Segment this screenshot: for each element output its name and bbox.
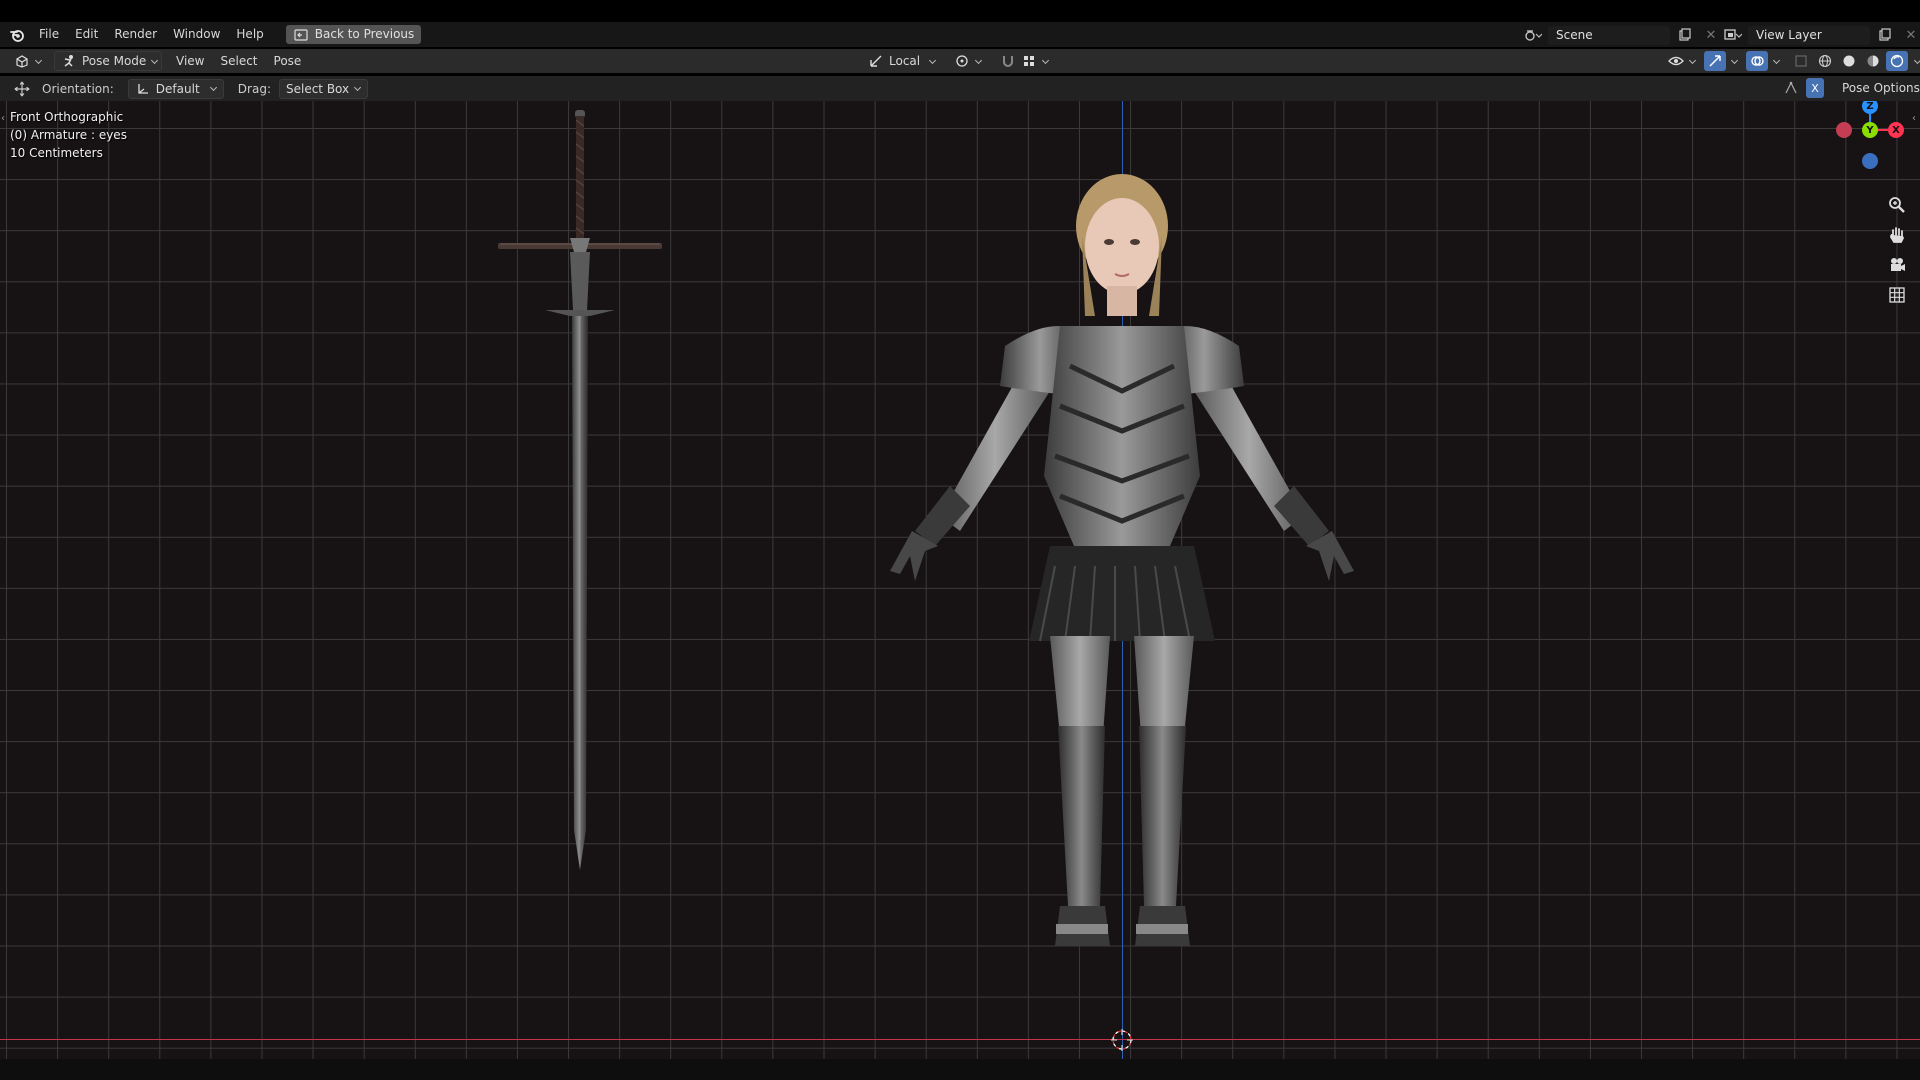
chevron-down-icon (1042, 58, 1049, 65)
new-view-layer-icon[interactable] (1874, 25, 1896, 45)
xray-toggle[interactable] (1790, 51, 1812, 71)
view-layer-browse-button[interactable] (1722, 25, 1744, 45)
gizmo-neg-z-axis[interactable] (1862, 153, 1878, 169)
object-info: (0) Armature : eyes (10, 128, 127, 142)
tool-settings-bar: Orientation: Default Drag: Select Box X … (0, 76, 1920, 101)
transform-gizmo-icon[interactable] (14, 81, 30, 97)
menu-view[interactable]: View (168, 49, 212, 74)
transform-settings: Local (862, 51, 1055, 71)
drag-label: Drag: (237, 81, 271, 96)
auto-ik-icon[interactable] (1780, 78, 1802, 98)
menu-select[interactable]: Select (212, 49, 265, 74)
mode-label: Pose Mode (82, 54, 147, 68)
gizmo-x-label: X (1892, 124, 1900, 136)
view-layer-selector: View Layer ✕ (1722, 25, 1920, 45)
overlays-toggle[interactable] (1746, 51, 1768, 71)
gizmo-x-axis[interactable]: X (1888, 122, 1904, 138)
view-name: Front Orthographic (10, 110, 124, 124)
navigation-gizmo[interactable]: Z X Y (1830, 101, 1910, 170)
gizmo-neg-x-axis[interactable] (1836, 122, 1852, 138)
x-mirror-toggle[interactable]: X (1806, 78, 1824, 98)
view-layer-name: View Layer (1756, 28, 1822, 42)
gizmo-z-label: Z (1866, 101, 1874, 112)
material-shading-button[interactable] (1862, 51, 1884, 71)
viewport-shading-controls (1662, 51, 1920, 71)
orientation-label: Orientation: (42, 81, 114, 96)
global-axes-icon (135, 81, 151, 97)
visibility-dropdown[interactable] (1662, 51, 1702, 71)
gizmo-toggle[interactable] (1704, 51, 1726, 71)
orientation-dropdown[interactable]: Default (127, 78, 224, 99)
rendered-shading-button[interactable] (1886, 51, 1908, 71)
scene-name: Scene (1556, 28, 1593, 42)
menu-pose[interactable]: Pose (266, 49, 310, 74)
menu-render[interactable]: Render (106, 22, 165, 47)
chevron-down-icon (354, 85, 361, 92)
pivot-label: Local (889, 54, 921, 68)
orientation-value: Default (155, 81, 200, 96)
snap-increment-icon (1021, 53, 1037, 69)
pose-options-label: Pose Options (1842, 81, 1920, 95)
snap-toggle[interactable] (994, 51, 1055, 71)
viewport-header: Pose Mode View Select Pose Local (0, 49, 1920, 73)
solid-shading-button[interactable] (1838, 51, 1860, 71)
grid-scale: 10 Centimeters (10, 146, 103, 160)
eye-icon (1668, 53, 1684, 69)
sidebar-collapse-arrow-left[interactable]: ‹ (1, 113, 5, 124)
magnet-icon (1000, 53, 1016, 69)
new-scene-icon[interactable] (1674, 25, 1696, 45)
gizmo-y-label: Y (1866, 124, 1874, 136)
chevron-down-icon (210, 85, 217, 92)
chevron-down-icon (1731, 58, 1738, 65)
view-layer-field[interactable]: View Layer (1748, 25, 1870, 45)
camera-icon[interactable] (1885, 253, 1909, 277)
zoom-icon[interactable] (1885, 193, 1909, 217)
3d-cursor[interactable] (1111, 1029, 1133, 1051)
hand-pan-icon[interactable] (1885, 223, 1909, 247)
wireframe-shading-button[interactable] (1814, 51, 1836, 71)
editor-type-button[interactable] (8, 51, 48, 71)
chevron-down-icon (35, 58, 42, 65)
chevron-down-icon (1689, 58, 1696, 65)
chevron-down-icon (1773, 58, 1780, 65)
chevron-down-icon (151, 58, 155, 65)
3d-viewport[interactable]: Front Orthographic (0) Armature : eyes 1… (0, 101, 1920, 1059)
back-screen-icon (293, 27, 309, 43)
pivot-icon (954, 53, 970, 69)
drag-value: Select Box (285, 81, 350, 96)
3d-viewport-icon (14, 53, 30, 69)
drag-dropdown[interactable]: Select Box (278, 78, 369, 99)
local-orientation-icon (868, 53, 884, 69)
sidebar-collapse-arrow-right[interactable]: ‹ (1912, 113, 1916, 124)
scene-name-field[interactable]: Scene (1548, 25, 1670, 45)
menu-help[interactable]: Help (228, 22, 271, 47)
delete-view-layer-icon[interactable]: ✕ (1900, 25, 1920, 45)
chevron-down-icon (929, 58, 936, 65)
pose-options-dropdown[interactable]: Pose Options (1836, 78, 1920, 98)
transform-orientation-dropdown[interactable]: Local (862, 51, 942, 71)
menu-edit[interactable]: Edit (67, 22, 106, 47)
mode-dropdown[interactable]: Pose Mode (54, 51, 162, 71)
pose-options-group: X Pose Options (1780, 78, 1920, 98)
scene-selector: Scene ✕ (1522, 25, 1722, 45)
x-mirror-label: X (1811, 81, 1819, 95)
blender-logo-icon[interactable] (9, 27, 25, 43)
back-to-previous-button[interactable]: Back to Previous (285, 25, 422, 44)
menu-window[interactable]: Window (165, 22, 228, 47)
scene-browse-button[interactable] (1522, 25, 1544, 45)
chevron-down-icon (975, 58, 982, 65)
menu-file[interactable]: File (31, 22, 67, 47)
status-bar (0, 1059, 1920, 1080)
grid-icon[interactable] (1885, 283, 1909, 307)
pose-mode-icon (61, 53, 77, 69)
delete-scene-icon[interactable]: ✕ (1700, 25, 1722, 45)
chevron-down-icon (1914, 58, 1920, 65)
gizmo-y-axis[interactable]: Y (1862, 122, 1878, 138)
sword-model[interactable] (490, 110, 670, 870)
pivot-point-dropdown[interactable] (948, 51, 988, 71)
armored-character-model[interactable] (820, 146, 1440, 1046)
top-bar: File Edit Render Window Help Back to Pre… (0, 22, 1920, 47)
back-to-previous-label: Back to Previous (314, 27, 415, 41)
